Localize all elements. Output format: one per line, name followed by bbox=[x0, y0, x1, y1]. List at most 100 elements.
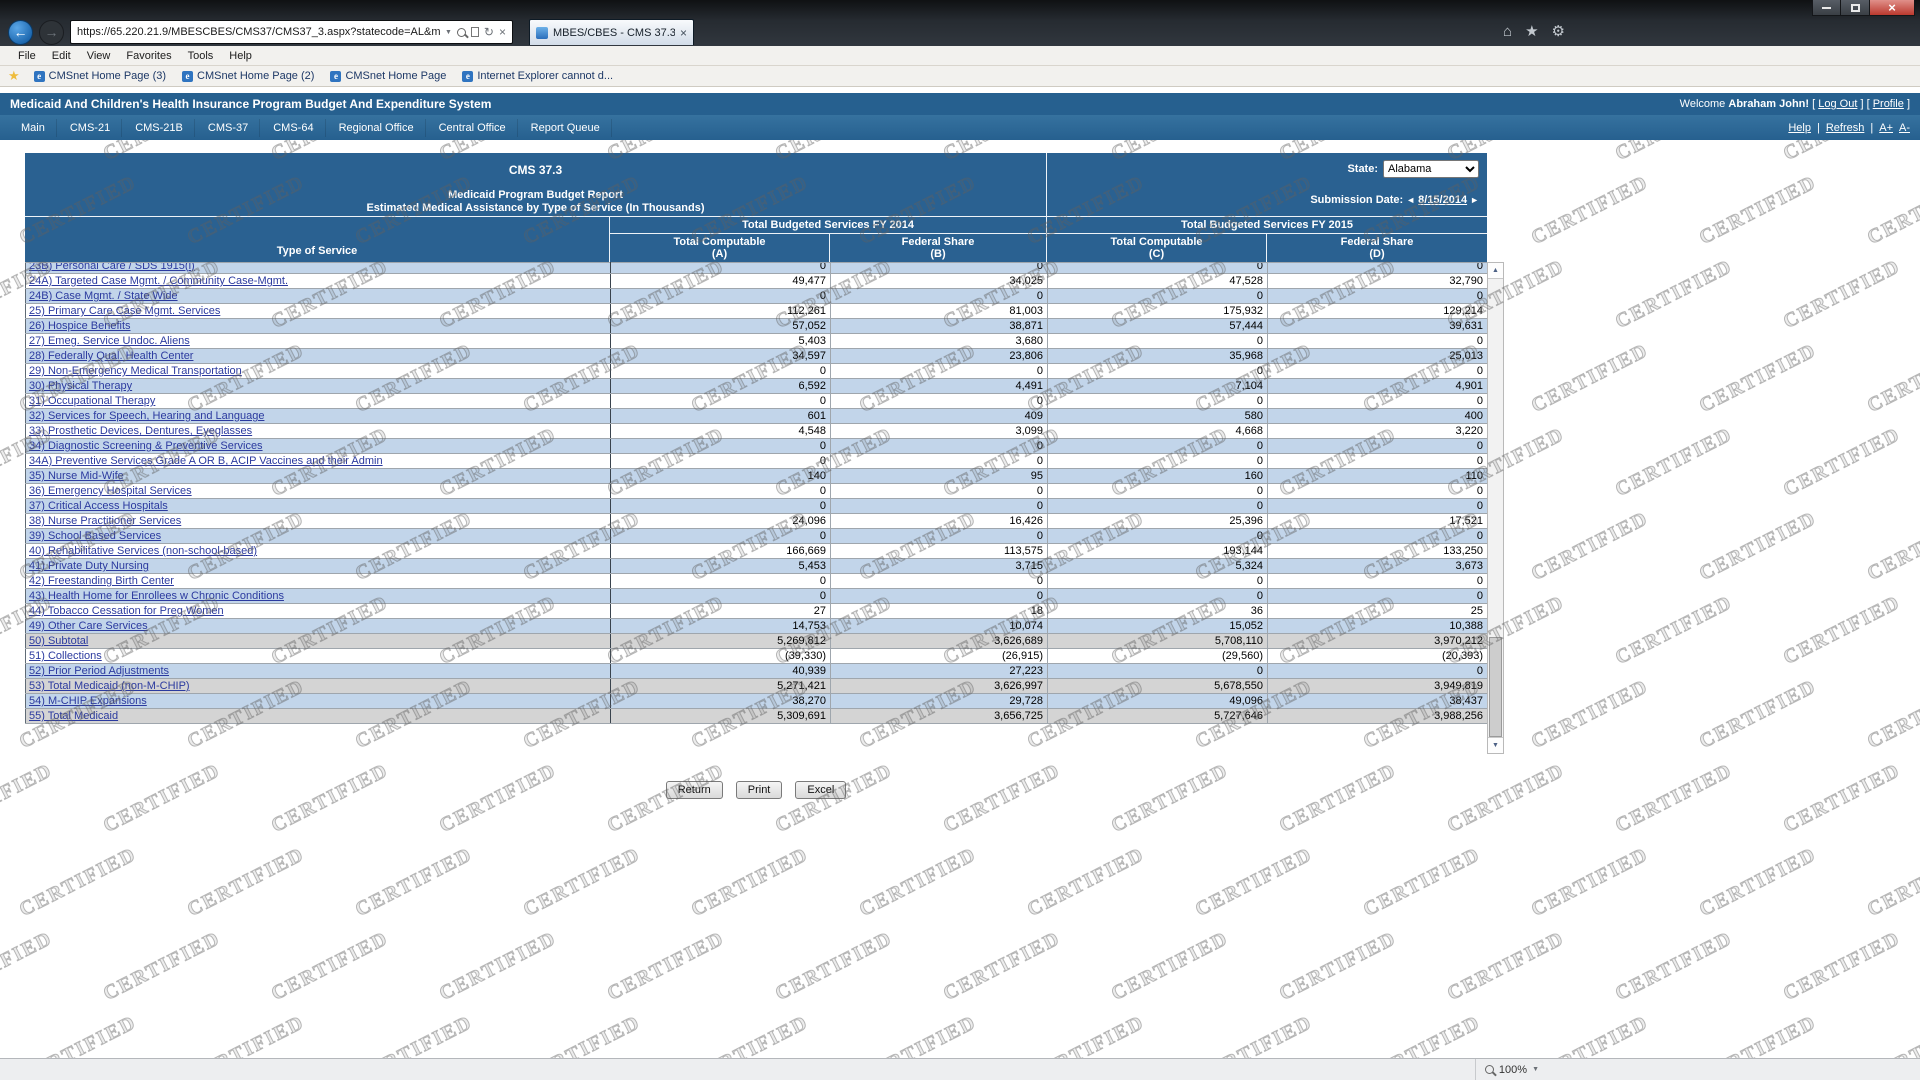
next-date-arrow-icon[interactable]: ► bbox=[1470, 195, 1479, 205]
minimize-button[interactable] bbox=[1812, 0, 1841, 16]
service-cell: 54) M-CHIP Expansions bbox=[26, 694, 611, 709]
zoom-level[interactable]: 100% bbox=[1499, 1064, 1527, 1076]
service-link[interactable]: 36) Emergency Hospital Services bbox=[29, 485, 192, 497]
service-link[interactable]: 39) School Based Services bbox=[29, 530, 161, 542]
scroll-up-icon[interactable]: ▲ bbox=[1488, 263, 1503, 279]
scroll-down-icon[interactable]: ▼ bbox=[1488, 737, 1503, 753]
zoom-magnifier-icon bbox=[1485, 1065, 1494, 1074]
service-link[interactable]: 28) Federally Qual. Health Center bbox=[29, 350, 193, 362]
nav-item-main[interactable]: Main bbox=[10, 119, 57, 137]
favorites-bar-item[interactable]: eCMSnet Home Page (3) bbox=[26, 70, 174, 82]
service-link[interactable]: 24A) Targeted Case Mgmt. / Community Cas… bbox=[29, 275, 288, 287]
table-row: 23B) Personal Care / SDS 1915(i)0000 bbox=[26, 263, 1488, 274]
compatibility-view-icon[interactable] bbox=[471, 27, 479, 37]
excel-button[interactable]: Excel bbox=[795, 781, 846, 799]
print-button[interactable]: Print bbox=[736, 781, 783, 799]
service-link[interactable]: 55) Total Medicaid bbox=[29, 710, 118, 722]
nav-item-central-office[interactable]: Central Office bbox=[428, 119, 518, 137]
service-link[interactable]: 34A) Preventive Services Grade A OR B, A… bbox=[29, 455, 383, 467]
service-link[interactable]: 31) Occupational Therapy bbox=[29, 395, 155, 407]
menu-file[interactable]: File bbox=[10, 48, 44, 64]
service-link[interactable]: 53) Total Medicaid (non-M-CHIP) bbox=[29, 680, 190, 692]
gear-icon[interactable]: ⚙ bbox=[1552, 22, 1565, 40]
menu-favorites[interactable]: Favorites bbox=[118, 48, 179, 64]
nav-item-report-queue[interactable]: Report Queue bbox=[520, 119, 612, 137]
service-link[interactable]: 41) Private Duty Nursing bbox=[29, 560, 149, 572]
nav-link-a-[interactable]: A- bbox=[1899, 122, 1910, 134]
menu-view[interactable]: View bbox=[79, 48, 119, 64]
table-row: 54) M-CHIP Expansions38,27029,72849,0963… bbox=[26, 694, 1488, 709]
table-scrollbar[interactable]: ▲ ▼ bbox=[1487, 262, 1504, 754]
value-cell: 0 bbox=[1268, 499, 1488, 514]
nav-item-cms-64[interactable]: CMS-64 bbox=[262, 119, 325, 137]
service-link[interactable]: 40) Rehabilitative Services (non-school-… bbox=[29, 545, 257, 557]
url-text[interactable]: https://65.220.21.9/MBESCBES/CMS37/CMS37… bbox=[77, 26, 440, 38]
value-cell: 47,528 bbox=[1048, 274, 1268, 289]
tab-title[interactable]: MBES/CBES - CMS 37.3 bbox=[553, 27, 675, 39]
service-link[interactable]: 25) Primary Care Case Mgmt. Services bbox=[29, 305, 220, 317]
return-button[interactable]: Return bbox=[666, 781, 723, 799]
service-link[interactable]: 51) Collections bbox=[29, 650, 102, 662]
service-link[interactable]: 54) M-CHIP Expansions bbox=[29, 695, 147, 707]
service-link[interactable]: 44) Tobacco Cessation for Preg Women bbox=[29, 605, 224, 617]
close-button[interactable]: × bbox=[1870, 0, 1915, 16]
previous-date-arrow-icon[interactable]: ◄ bbox=[1406, 195, 1415, 205]
nav-link-a+[interactable]: A+ bbox=[1879, 122, 1893, 134]
service-link[interactable]: 23B) Personal Care / SDS 1915(i) bbox=[29, 263, 607, 272]
nav-item-regional-office[interactable]: Regional Office bbox=[328, 119, 426, 137]
service-link[interactable]: 29) Non-Emergency Medical Transportation bbox=[29, 365, 242, 377]
favorites-star-icon[interactable]: ★ bbox=[1525, 22, 1538, 40]
service-link[interactable]: 37) Critical Access Hospitals bbox=[29, 500, 168, 512]
favorites-bar-item[interactable]: eCMSnet Home Page (2) bbox=[174, 70, 322, 82]
address-bar[interactable]: https://65.220.21.9/MBESCBES/CMS37/CMS37… bbox=[70, 20, 513, 44]
value-text: 0 bbox=[1477, 455, 1483, 467]
profile-link[interactable]: Profile bbox=[1873, 98, 1904, 110]
nav-item-cms-37[interactable]: CMS-37 bbox=[197, 119, 260, 137]
tab-close-icon[interactable]: × bbox=[680, 26, 687, 40]
refresh-icon[interactable]: ↻ bbox=[484, 26, 494, 38]
nav-link-help[interactable]: Help bbox=[1788, 122, 1811, 134]
state-select[interactable]: Alabama bbox=[1383, 160, 1479, 178]
service-link[interactable]: 52) Prior Period Adjustments bbox=[29, 665, 169, 677]
service-link[interactable]: 30) Physical Therapy bbox=[29, 380, 132, 392]
nav-link-refresh[interactable]: Refresh bbox=[1826, 122, 1865, 134]
value-text: 25,013 bbox=[1449, 350, 1483, 362]
submission-date-value[interactable]: 8/15/2014 bbox=[1418, 194, 1467, 206]
nav-item-cms-21b[interactable]: CMS-21B bbox=[124, 119, 195, 137]
browser-tab[interactable]: MBES/CBES - CMS 37.3 × bbox=[529, 19, 694, 45]
service-link[interactable]: 33) Prosthetic Devices, Dentures, Eyegla… bbox=[29, 425, 252, 437]
value-cell: 0 bbox=[1268, 589, 1488, 604]
nav-item-cms-21[interactable]: CMS-21 bbox=[59, 119, 122, 137]
service-link[interactable]: 42) Freestanding Birth Center bbox=[29, 575, 174, 587]
url-dropdown-icon[interactable]: ▼ bbox=[445, 29, 452, 36]
zoom-control[interactable]: 100% ▼ bbox=[1475, 1059, 1548, 1080]
menu-help[interactable]: Help bbox=[221, 48, 260, 64]
service-link[interactable]: 26) Hospice Benefits bbox=[29, 320, 131, 332]
service-link[interactable]: 43) Health Home for Enrollees w Chronic … bbox=[29, 590, 284, 602]
service-link[interactable]: 32) Services for Speech, Hearing and Lan… bbox=[29, 410, 264, 422]
service-link[interactable]: 24B) Case Mgmt. / State Wide bbox=[29, 290, 178, 302]
favorites-bar-star-icon[interactable]: ★ bbox=[8, 68, 20, 84]
value-text: 0 bbox=[1037, 455, 1043, 467]
menu-edit[interactable]: Edit bbox=[44, 48, 79, 64]
forward-button[interactable]: → bbox=[39, 20, 64, 45]
service-link[interactable]: 27) Emeg. Service Undoc. Aliens bbox=[29, 335, 190, 347]
bracket: ] [ bbox=[1860, 98, 1869, 110]
zoom-dropdown-icon[interactable]: ▼ bbox=[1532, 1066, 1539, 1073]
favorites-bar-item[interactable]: eCMSnet Home Page bbox=[322, 70, 454, 82]
favorites-bar-item[interactable]: eInternet Explorer cannot d... bbox=[454, 70, 621, 82]
service-link[interactable]: 50) Subtotal bbox=[29, 635, 88, 647]
service-link[interactable]: 35) Nurse Mid-Wife bbox=[29, 470, 124, 482]
service-link[interactable]: 38) Nurse Practitioner Services bbox=[29, 515, 181, 527]
back-button[interactable]: ← bbox=[8, 20, 33, 45]
stop-icon[interactable]: × bbox=[499, 26, 506, 38]
logout-link[interactable]: Log Out bbox=[1818, 98, 1857, 110]
menu-tools[interactable]: Tools bbox=[180, 48, 222, 64]
service-link[interactable]: 34) Diagnostic Screening & Preventive Se… bbox=[29, 440, 263, 452]
maximize-button[interactable] bbox=[1841, 0, 1870, 16]
value-text: 133,250 bbox=[1443, 545, 1483, 557]
service-link[interactable]: 49) Other Care Services bbox=[29, 620, 148, 632]
scrollbar-thumb[interactable] bbox=[1489, 637, 1502, 737]
home-icon[interactable]: ⌂ bbox=[1503, 23, 1512, 40]
search-icon[interactable] bbox=[457, 28, 466, 37]
